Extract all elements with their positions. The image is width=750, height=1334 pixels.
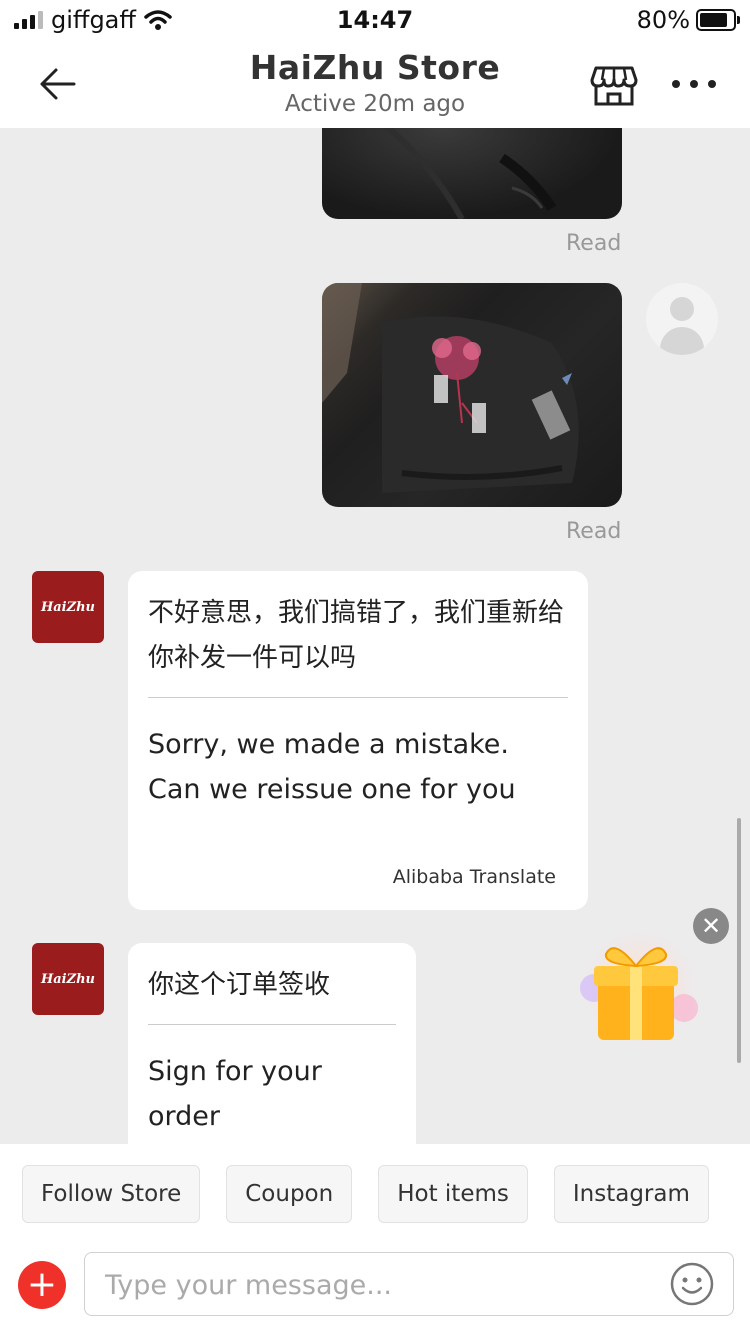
store-avatar[interactable]: HaiZhu: [32, 943, 104, 1015]
battery-group: 80%: [636, 6, 740, 34]
battery-percent: 80%: [636, 6, 690, 34]
emoji-icon[interactable]: [669, 1261, 715, 1307]
sent-photo[interactable]: [322, 128, 622, 219]
message-list[interactable]: Read Read HaiZhu 不好意思，我们搞错了，我们重新给你补发一件可以…: [0, 128, 750, 1144]
page-title: HaiZhu Store: [249, 48, 501, 87]
coupon-button[interactable]: Coupon: [226, 1165, 353, 1223]
chat-header: HaiZhu Store Active 20m ago: [0, 40, 750, 128]
hot-items-button[interactable]: Hot items: [378, 1165, 528, 1223]
message-input[interactable]: [103, 1253, 667, 1317]
store-icon[interactable]: [590, 64, 638, 108]
read-receipt: Read: [566, 231, 622, 256]
add-attachment-icon[interactable]: +: [18, 1261, 66, 1309]
original-text: 不好意思，我们搞错了，我们重新给你补发一件可以吗: [148, 598, 565, 673]
divider: [148, 1024, 396, 1025]
follow-store-button[interactable]: Follow Store: [22, 1165, 201, 1223]
sent-photo[interactable]: [322, 283, 622, 507]
store-avatar[interactable]: HaiZhu: [32, 571, 104, 643]
battery-icon: [696, 9, 740, 31]
more-options-icon[interactable]: [672, 70, 716, 98]
composer-panel: Follow Store Coupon Hot items Instagram …: [0, 1144, 750, 1334]
message-bubble[interactable]: 不好意思，我们搞错了，我们重新给你补发一件可以吗 Sorry, we made …: [128, 571, 588, 910]
scrollbar[interactable]: [737, 818, 741, 1063]
back-arrow-icon[interactable]: [36, 62, 80, 106]
instagram-button[interactable]: Instagram: [553, 1165, 709, 1223]
original-text: 你这个订单签收: [148, 970, 331, 1000]
status-bar: giffgaff 14:47 80%: [0, 0, 750, 40]
user-avatar[interactable]: [646, 283, 718, 355]
translated-text: Sign for your order: [148, 1056, 322, 1132]
message-bubble[interactable]: 你这个订单签收 Sign for your order: [128, 943, 416, 1144]
translation-credit: Alibaba Translate: [392, 866, 556, 888]
gift-icon[interactable]: [574, 928, 706, 1048]
quick-replies: Follow Store Coupon Hot items Instagram: [22, 1165, 709, 1223]
active-status: Active 20m ago: [284, 91, 466, 117]
title-block: HaiZhu Store Active 20m ago: [150, 48, 600, 117]
read-receipt: Read: [566, 519, 622, 544]
translated-text: Sorry, we made a mistake. Can we reissue…: [148, 729, 516, 805]
message-field[interactable]: [84, 1252, 734, 1317]
divider: [148, 697, 568, 698]
close-icon[interactable]: ✕: [693, 908, 729, 944]
